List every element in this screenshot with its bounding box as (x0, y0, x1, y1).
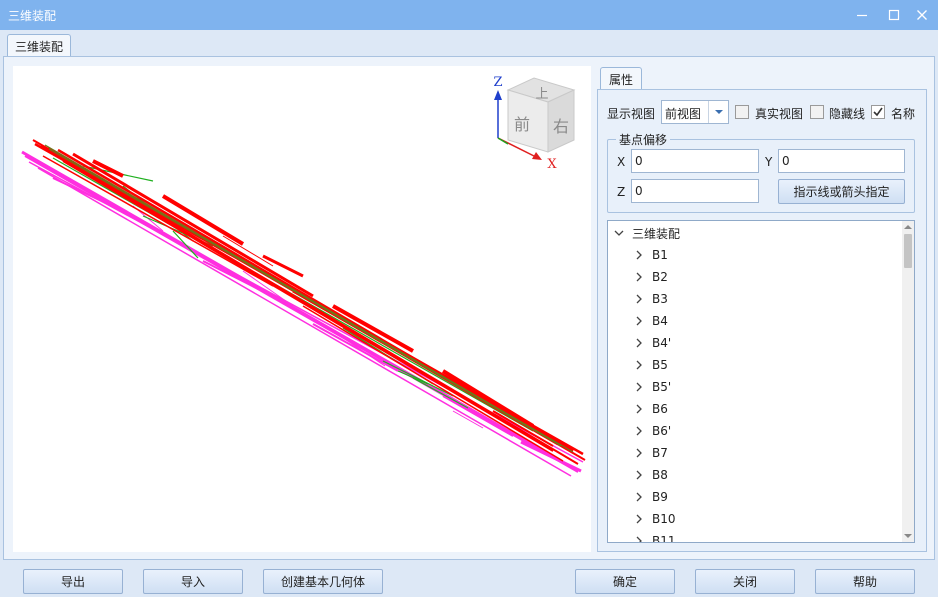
tree-item[interactable]: B5' (608, 376, 904, 398)
cube-right-label: 右 (553, 117, 569, 136)
dropdown-button[interactable] (708, 101, 728, 123)
chevron-right-icon[interactable] (634, 404, 644, 414)
tree-item-label: B6 (652, 402, 668, 416)
x-axis-label: X (547, 157, 557, 170)
tree-item[interactable]: B6 (608, 398, 904, 420)
display-view-label: 显示视图 (607, 107, 656, 121)
model-magenta-lines (21, 150, 584, 477)
export-button[interactable]: 导出 (23, 569, 123, 594)
chevron-right-icon[interactable] (634, 316, 644, 326)
chevron-down-icon (714, 109, 723, 114)
ok-button[interactable]: 确定 (575, 569, 675, 594)
tree-item[interactable]: B9 (608, 486, 904, 508)
chevron-right-icon[interactable] (634, 536, 644, 543)
maximize-icon (888, 9, 900, 21)
offset-x-input[interactable]: 0 (631, 149, 759, 173)
chevron-right-icon[interactable] (634, 448, 644, 458)
hidden-lines-label: 隐藏线 (829, 107, 866, 121)
model-olive-lines (44, 144, 574, 453)
chevron-right-icon[interactable] (634, 426, 644, 436)
tree-item[interactable]: B7 (608, 442, 904, 464)
tree-item[interactable]: B4 (608, 310, 904, 332)
scroll-down-icon[interactable] (902, 531, 914, 541)
tree-item[interactable]: B1 (608, 244, 904, 266)
chevron-down-icon[interactable] (614, 228, 624, 238)
tree-item-label: B3 (652, 292, 668, 306)
view-cube[interactable]: 上 前 右 Z X (494, 70, 580, 170)
tree-item[interactable]: B10 (608, 508, 904, 530)
tree-item[interactable]: B4' (608, 332, 904, 354)
tree-item[interactable]: B6' (608, 420, 904, 442)
tree-item-label: B6' (652, 424, 672, 438)
minimize-icon (857, 14, 867, 17)
chevron-right-icon[interactable] (634, 514, 644, 524)
tree-item[interactable]: B8 (608, 464, 904, 486)
display-view-select[interactable]: 前视图 (661, 100, 729, 124)
tree-root-item[interactable]: 三维装配 (608, 222, 904, 244)
base-offset-title: 基点偏移 (616, 131, 671, 148)
real-view-label: 真实视图 (755, 107, 804, 121)
close-button[interactable]: 关闭 (695, 569, 795, 594)
chevron-right-icon[interactable] (634, 338, 644, 348)
tree-item-label: B5 (652, 358, 668, 372)
tree-item-label: B7 (652, 446, 668, 460)
offset-y-input[interactable]: 0 (778, 149, 905, 173)
offset-y-label: Y (765, 155, 773, 169)
offset-z-label: Z (617, 185, 626, 199)
import-button[interactable]: 导入 (143, 569, 243, 594)
chevron-right-icon[interactable] (634, 250, 644, 260)
cube-top-label: 上 (535, 87, 548, 102)
name-label: 名称 (891, 107, 916, 121)
hidden-lines-checkbox[interactable] (810, 105, 824, 119)
title-bar: 三维装配 (0, 0, 938, 30)
chevron-right-icon[interactable] (634, 382, 644, 392)
tree-item[interactable]: B3 (608, 288, 904, 310)
tree-item-label: B1 (652, 248, 668, 262)
z-axis-label: Z (494, 75, 503, 90)
tab-properties[interactable]: 属性 (600, 67, 642, 90)
tree-item-label: B2 (652, 270, 668, 284)
real-view-checkbox[interactable] (735, 105, 749, 119)
tree-item-label: B8 (652, 468, 668, 482)
tree-item-label: B4 (652, 314, 668, 328)
model-red-lines (32, 139, 586, 465)
scroll-thumb[interactable] (904, 234, 912, 268)
tree-scrollbar[interactable] (902, 221, 914, 542)
offset-z-input[interactable]: 0 (631, 179, 759, 203)
tree-item-label: B11 (652, 534, 676, 543)
chevron-right-icon[interactable] (634, 470, 644, 480)
tab-strip: 三维装配 (0, 30, 938, 57)
close-window-button[interactable] (906, 0, 938, 30)
close-icon (917, 10, 927, 20)
checkmark-icon (873, 107, 883, 117)
chevron-right-icon[interactable] (634, 272, 644, 282)
chevron-right-icon[interactable] (634, 294, 644, 304)
display-view-value: 前视图 (665, 107, 702, 121)
chevron-right-icon[interactable] (634, 492, 644, 502)
tree-item[interactable]: B2 (608, 266, 904, 288)
y-axis-line (497, 137, 509, 145)
help-button[interactable]: 帮助 (815, 569, 915, 594)
tree-item-label: B9 (652, 490, 668, 504)
tree-item-label: 三维装配 (632, 226, 681, 241)
name-checkbox[interactable] (871, 105, 885, 119)
tree-item[interactable]: B11 (608, 530, 904, 543)
tree-item-label: B5' (652, 380, 672, 394)
minimize-button[interactable] (846, 0, 878, 30)
scroll-up-icon[interactable] (902, 222, 914, 232)
tree-item-label: B10 (652, 512, 676, 526)
tree-item[interactable]: B5 (608, 354, 904, 376)
offset-x-label: X (617, 155, 626, 169)
tab-3d-assembly[interactable]: 三维装配 (7, 34, 71, 57)
cube-front-label: 前 (514, 115, 530, 134)
chevron-right-icon[interactable] (634, 360, 644, 370)
pick-by-line-or-arrow-button[interactable]: 指示线或箭头指定 (778, 179, 905, 204)
tree-item-label: B4' (652, 336, 672, 350)
create-basic-geometry-button[interactable]: 创建基本几何体 (263, 569, 383, 594)
z-axis-arrow (494, 90, 502, 100)
assembly-tree[interactable]: 三维装配 B1 B2 B3 B4 B4' B5 B5' B6 B6' B7 B8 B9 B10 B11 (607, 220, 915, 543)
window-title: 三维装配 (8, 8, 57, 23)
